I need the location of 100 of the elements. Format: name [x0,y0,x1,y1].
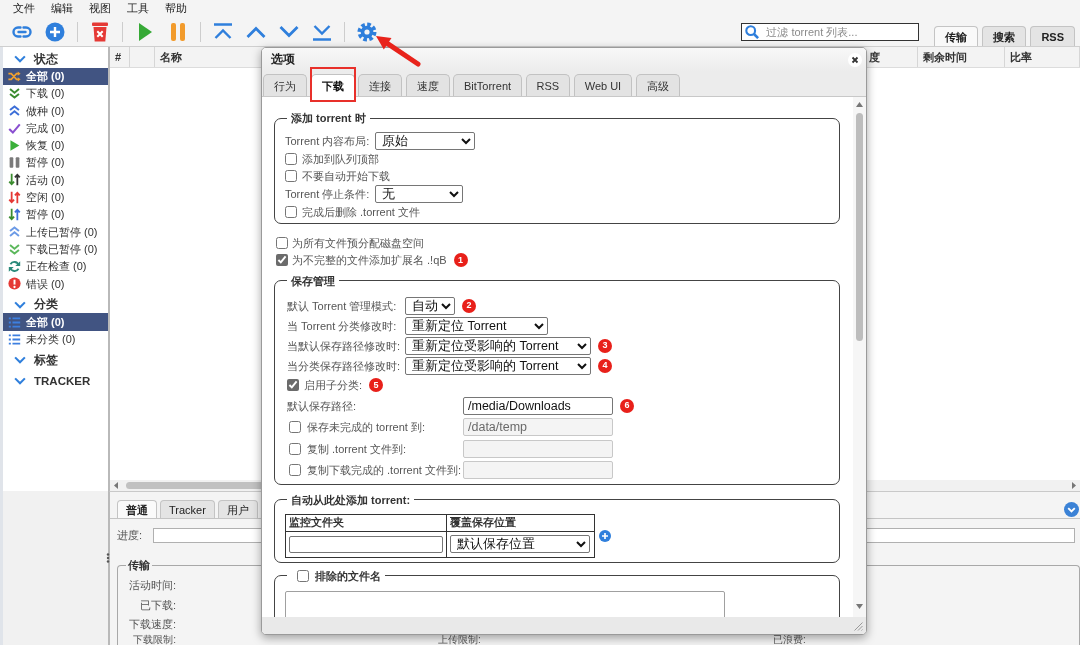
checkbox[interactable] [285,206,297,219]
move-to-top-icon[interactable] [213,21,233,42]
search-icon [745,24,760,39]
double-chevron-down-icon [8,86,21,100]
checkbox-label: 复制下载完成的 .torrent 文件到: [307,463,463,478]
field-label: Torrent 内容布局: [285,133,371,149]
menu-item[interactable]: 视图 [81,0,119,17]
list-icon [8,315,21,329]
sidebar-item[interactable]: 上传已暂停 (0) [3,223,108,241]
up-down-arrows-icon [8,173,21,187]
callout-number: 2 [462,299,476,313]
trash-icon[interactable] [90,21,110,42]
tab[interactable]: RSS [1030,26,1075,46]
sidebar-item[interactable]: 暂停 (0) [3,205,108,224]
field-label: 下载速度: [127,617,176,632]
search-field[interactable]: 过滤 torrent 列表... [741,22,920,41]
sidebar-item[interactable]: 下载已暂停 (0) [3,240,108,258]
tab[interactable]: BitTorrent [453,74,523,96]
group-title: 排除的文件名 [315,569,381,583]
dropdown[interactable]: 重新定位 Torrent [405,317,548,335]
field-label: 默认 Torrent 管理模式: [287,298,398,314]
tab[interactable]: 连接 [358,74,402,96]
section-header[interactable]: 标签 [3,351,108,369]
dropdown[interactable]: 自动 [405,297,455,315]
splitter-grip-icon[interactable] [106,553,110,563]
checkbox[interactable] [285,152,297,165]
field-label: 当默认保存路径修改时: [287,338,402,354]
double-chevron-down-icon [8,242,21,256]
tab[interactable]: 行为 [263,74,307,96]
checkbox-label: 完成后删除 .torrent 文件 [302,204,420,220]
plus-circle-icon[interactable] [45,21,65,42]
callout-number: 1 [453,253,468,268]
checkbox[interactable] [287,379,299,392]
sidebar-item[interactable]: 下载 (0) [3,84,108,103]
field-label: 当分类保存路径修改时: [287,358,402,374]
double-chevron-up-icon [8,225,21,239]
sidebar-item[interactable]: 暂停 (0) [3,154,108,172]
check-icon [8,121,21,135]
column-header[interactable]: 剩余时间 [918,47,1005,67]
tab[interactable]: 高级 [635,74,680,96]
tab[interactable]: 搜索 [982,26,1027,46]
text-field[interactable]: /media/Downloads [463,396,613,415]
menu-item[interactable]: 帮助 [157,0,195,17]
play-icon [8,138,21,152]
sidebar-item[interactable]: 全部 (0) [3,67,108,85]
chevron-down-circle-icon[interactable] [1064,502,1079,517]
tab[interactable]: 传输 [934,26,979,46]
checkbox[interactable] [276,254,288,267]
dropdown[interactable]: 原始 [375,131,475,150]
dropdown[interactable]: 默认保存位置 [450,535,590,554]
section-header[interactable]: TRACKER [3,372,108,390]
checkbox[interactable] [276,237,288,250]
column-header[interactable]: # [110,47,130,67]
field-label: 活动时间: [127,578,176,593]
resize-grip-icon[interactable] [853,621,863,631]
callout-number: 6 [620,398,634,413]
double-chevron-up-icon [8,104,21,118]
text-field[interactable] [289,536,443,553]
field-label: 当 Torrent 分类修改时: [287,318,398,334]
menu-item[interactable]: 文件 [5,0,43,17]
dialog-title: 选项 [271,52,295,68]
tab[interactable]: 用户 [217,500,258,518]
sidebar-item[interactable]: 活动 (0) [3,171,108,189]
sidebar-item[interactable]: 全部 (0) [3,313,108,331]
tab[interactable]: 普通 [117,500,157,518]
sidebar-item[interactable]: 错误 (0) [3,275,108,293]
section-header[interactable]: 状态 [3,50,108,68]
sidebar-item[interactable]: 做种 (0) [3,102,108,120]
group-title: 自动从此处添加 torrent: [290,493,412,507]
dropdown[interactable]: 重新定位受影响的 Torrent [405,337,591,355]
sidebar-item[interactable]: 完成 (0) [3,119,108,137]
sidebar-item[interactable]: 未分类 (0) [3,330,108,348]
column-header[interactable]: 比率 [1005,47,1080,67]
callout-number: 4 [598,359,612,373]
tab[interactable]: 速度 [405,74,450,96]
settings-icon[interactable] [357,21,377,42]
checkbox-label: 不要自动开始下载 [302,169,390,184]
dropdown[interactable]: 重新定位受影响的 Torrent [405,357,591,375]
field-label: 下载限制: [132,634,176,645]
tab[interactable]: Tracker [160,500,215,518]
tab[interactable]: RSS [525,74,571,96]
vertical-scrollbar[interactable] [853,97,866,617]
sidebar-item[interactable]: 恢复 (0) [3,136,108,154]
shuffle-icon [8,69,21,83]
checkbox[interactable] [285,170,297,183]
plus-circle-icon[interactable] [599,530,611,542]
field-label: 已下载: [138,597,176,613]
up-down-arrows-icon [8,208,21,221]
sidebar-item[interactable]: 空闲 (0) [3,188,108,206]
section-header[interactable]: 分类 [3,296,108,314]
dropdown[interactable]: 无 [375,185,463,204]
close-icon[interactable] [848,53,862,67]
checkbox[interactable] [297,570,309,582]
tab[interactable]: Web UI [573,74,633,96]
menu-item[interactable]: 编辑 [43,0,81,17]
callout-number: 5 [369,378,384,393]
refresh-icon [8,259,21,273]
sidebar-item[interactable]: 正在检查 (0) [3,257,108,276]
checkbox-label: 启用子分类: [304,378,363,393]
menu-item[interactable]: 工具 [119,0,157,17]
